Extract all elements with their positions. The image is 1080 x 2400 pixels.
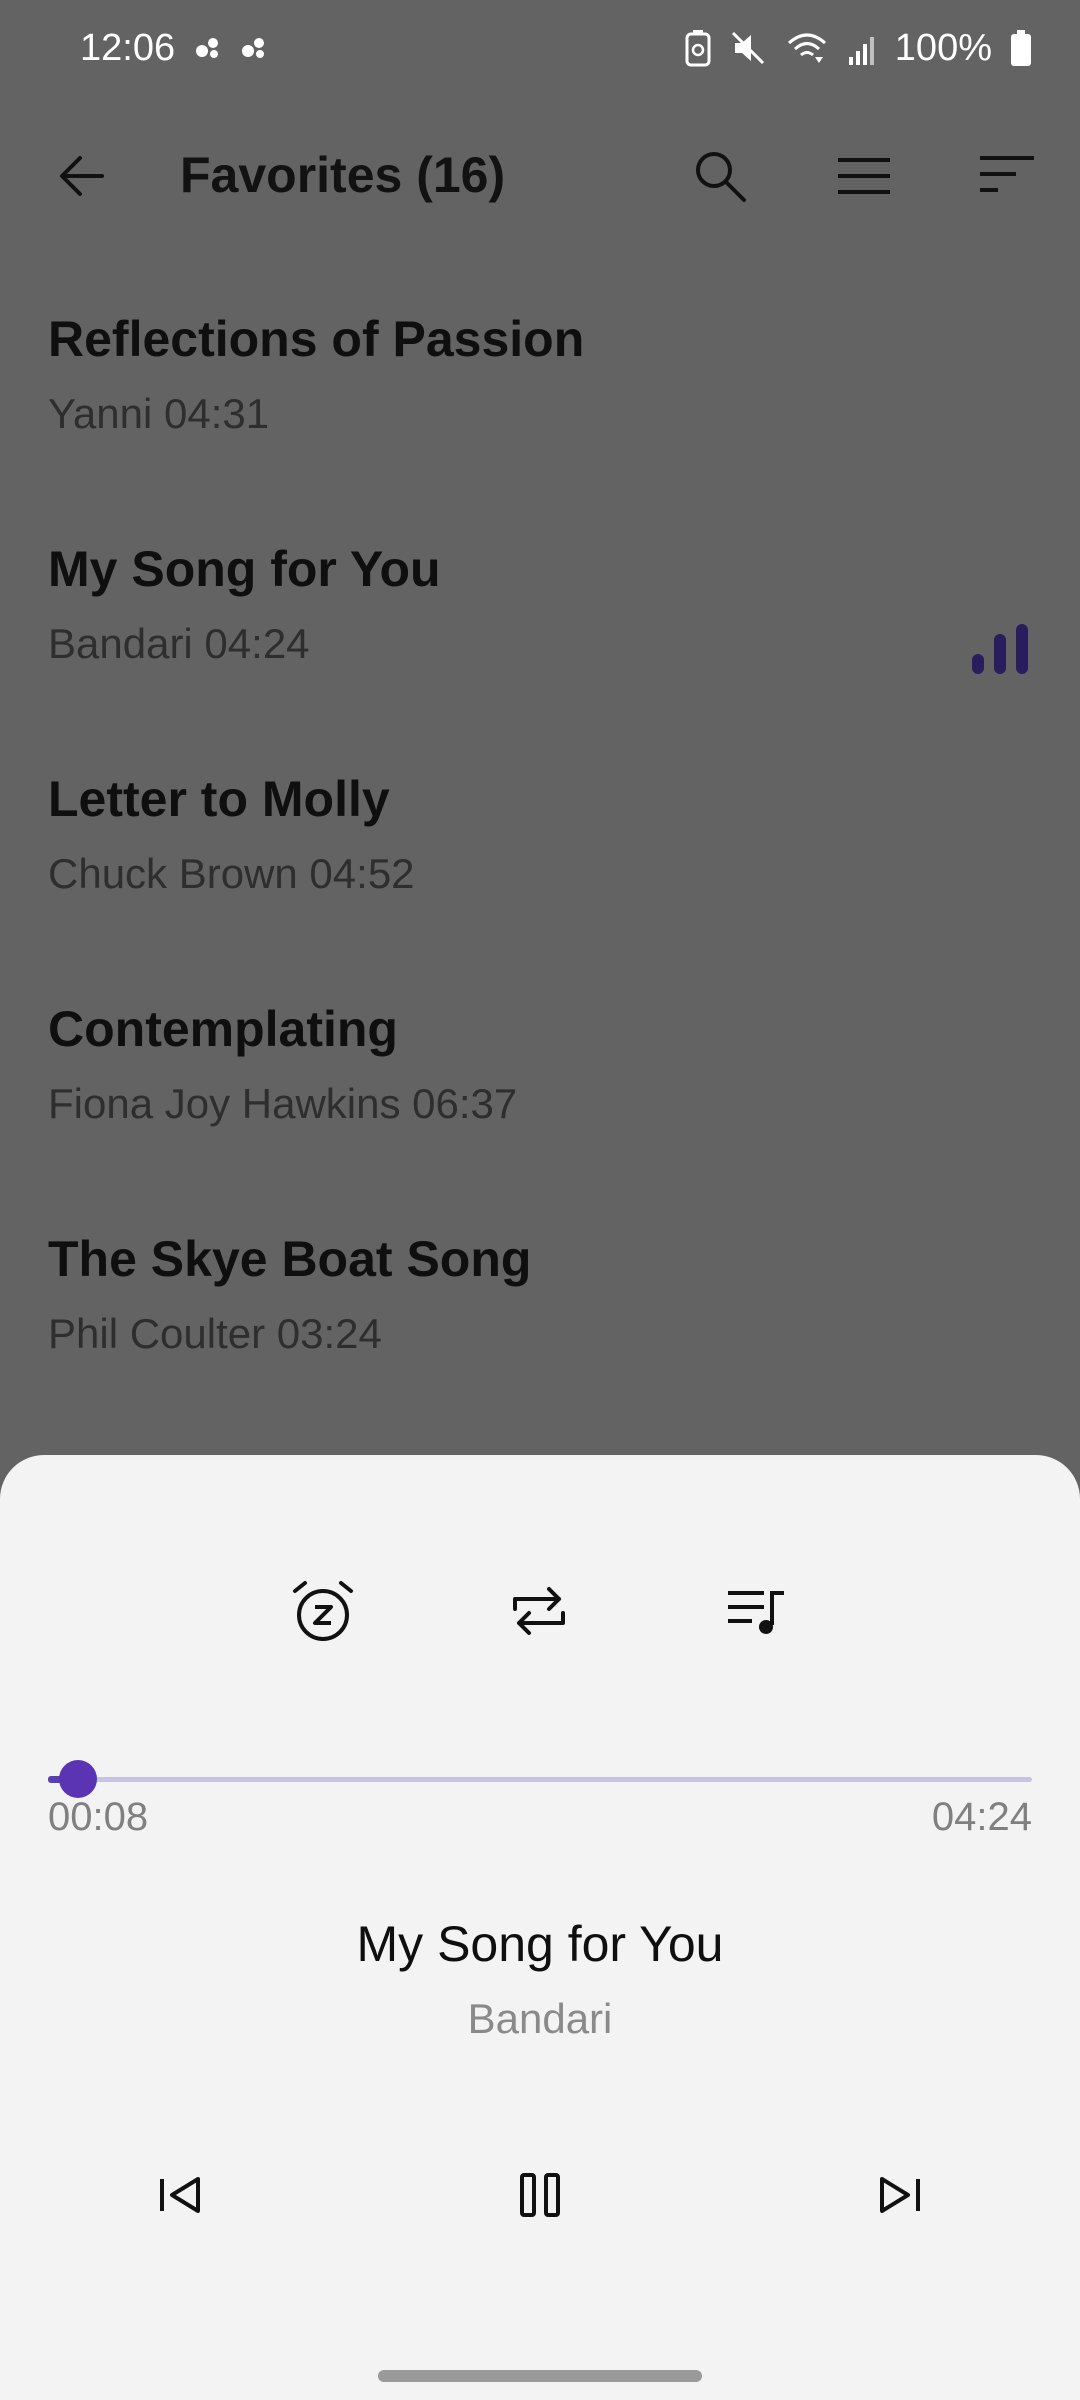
song-meta: Chuck Brown 04:52 [48, 850, 415, 897]
song-meta: Fiona Joy Hawkins 06:37 [48, 1080, 518, 1127]
list-item[interactable]: My Song for You Bandari 04:24 [0, 520, 1080, 750]
sort-icon [980, 156, 1034, 192]
song-title: Contemplating [48, 1001, 398, 1057]
sort-button[interactable] [976, 144, 1040, 208]
queue-button[interactable] [720, 1575, 792, 1647]
current-time: 00:08 [48, 1795, 149, 1839]
repeat-button[interactable] [503, 1575, 575, 1647]
list-item[interactable]: The Skye Boat Song Phil Coulter 03:24 [0, 1210, 1080, 1440]
notification-dot-icon [242, 38, 265, 58]
list-item[interactable]: Reflections of Passion Yanni 04:31 [0, 290, 1080, 520]
previous-icon [160, 2177, 200, 2213]
now-playing-title: My Song for You [356, 1916, 724, 1972]
battery-saver-icon [685, 30, 711, 67]
song-title: Reflections of Passion [48, 311, 585, 367]
next-icon [880, 2177, 920, 2213]
song-title: The Skye Boat Song [48, 1231, 532, 1287]
song-meta: Phil Coulter 03:24 [48, 1310, 382, 1357]
queue-icon [728, 1591, 784, 1634]
clock: 12:06 [80, 26, 176, 69]
menu-icon [838, 158, 890, 194]
wifi-icon [787, 33, 826, 63]
seek-bar[interactable] [48, 1760, 1032, 1800]
notification-dot-icon [196, 38, 219, 58]
song-title: Letter to Molly [48, 771, 390, 827]
player-actions [0, 1575, 1080, 1655]
transport-controls [0, 2155, 1080, 2245]
total-time: 04:24 [931, 1795, 1032, 1839]
song-meta: Bandari 04:24 [48, 620, 310, 667]
next-button[interactable] [860, 2155, 940, 2235]
song-list: Reflections of Passion Yanni 04:31 My So… [0, 290, 1080, 1440]
mute-icon [731, 31, 764, 65]
status-right: 100% [685, 27, 1032, 70]
seek-track [48, 1777, 1032, 1782]
pause-icon [520, 2173, 560, 2217]
battery-icon [1011, 30, 1031, 66]
repeat-icon [513, 1587, 565, 1635]
song-title: My Song for You [48, 541, 441, 597]
status-left: 12:06 [80, 27, 267, 70]
back-button[interactable] [50, 144, 114, 208]
list-item[interactable]: Letter to Molly Chuck Brown 04:52 [0, 750, 1080, 980]
home-indicator[interactable] [378, 2370, 702, 2382]
menu-button[interactable] [832, 144, 896, 208]
page-title: Favorites (16) [180, 147, 506, 203]
previous-button[interactable] [140, 2155, 220, 2235]
back-arrow-icon [60, 156, 104, 196]
pause-button[interactable] [500, 2155, 580, 2235]
battery-percent: 100% [894, 26, 992, 69]
sleep-timer-icon [293, 1581, 353, 1641]
seek-thumb[interactable] [58, 1760, 97, 1798]
search-button[interactable] [688, 144, 752, 208]
sleep-timer-button[interactable] [287, 1575, 359, 1647]
now-playing-artist: Bandari [467, 1995, 613, 2042]
app-bar: Favorites (16) [0, 110, 1080, 240]
now-playing-icon [972, 624, 1028, 674]
song-meta: Yanni 04:31 [48, 390, 270, 437]
player-sheet: 00:08 04:24 My Song for You Bandari [0, 1455, 1080, 2400]
search-icon [696, 152, 746, 202]
status-bar: 12:06 100% [0, 0, 1080, 96]
signal-icon [848, 37, 874, 65]
list-item[interactable]: Contemplating Fiona Joy Hawkins 06:37 [0, 980, 1080, 1210]
